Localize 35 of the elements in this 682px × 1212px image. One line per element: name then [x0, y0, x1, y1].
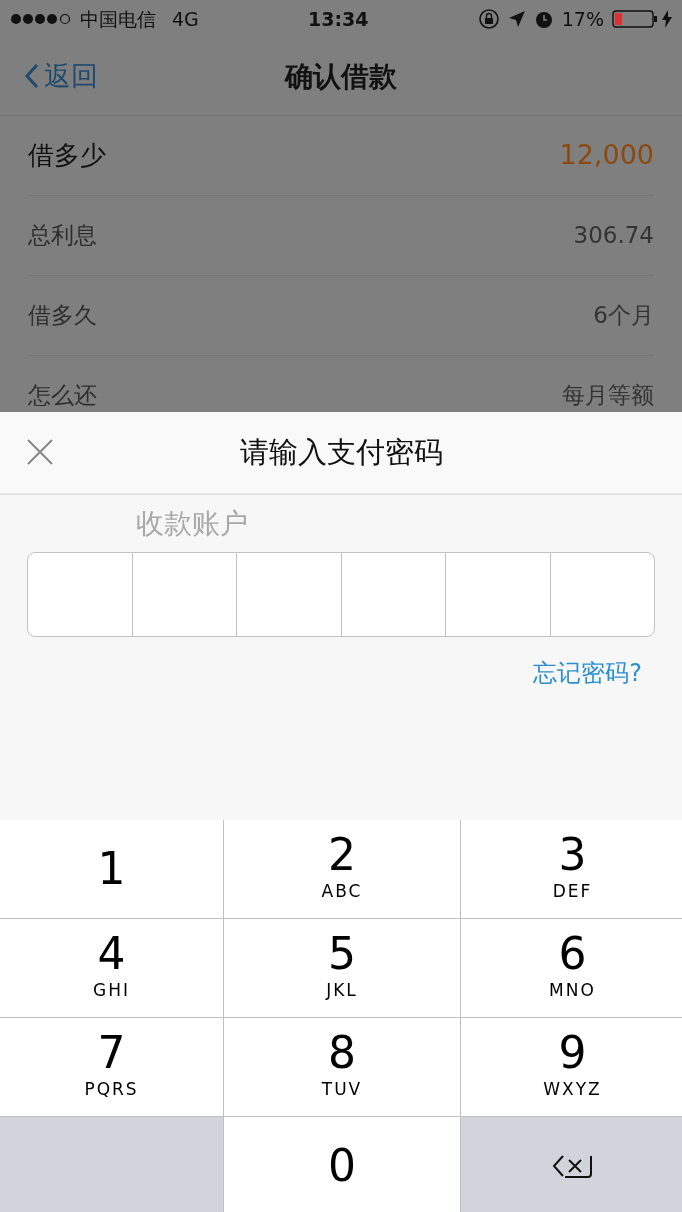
keypad-key[interactable]: 7 PQRS — [0, 1018, 223, 1116]
detail-value: 每月等额 — [562, 381, 654, 411]
loan-amount: 12,000 — [559, 138, 654, 173]
keypad-key[interactable]: 5 JKL — [224, 919, 460, 1017]
clock: 13:34 — [308, 6, 369, 32]
backspace-icon — [550, 1153, 595, 1179]
keypad-key[interactable]: 4 GHI — [0, 919, 223, 1017]
battery-percent: 17% — [561, 6, 604, 32]
faded-label: 收款账户 — [136, 507, 248, 540]
rotation-lock-icon — [477, 8, 500, 30]
keypad-key[interactable]: 1 — [0, 820, 223, 918]
backspace-key[interactable] — [461, 1117, 682, 1212]
network-type: 4G — [172, 6, 199, 32]
detail-value: 306.74 — [573, 221, 654, 251]
detail-label: 总利息 — [28, 221, 97, 251]
page-title: 确认借款 — [285, 58, 397, 95]
keypad-key[interactable]: 6 MNO — [461, 919, 682, 1017]
location-icon — [507, 10, 526, 28]
detail-label: 借多久 — [28, 301, 97, 331]
sheet-title: 请输入支付密码 — [239, 433, 443, 471]
battery-icon — [612, 9, 658, 29]
carrier-name: 中国电信 — [80, 6, 156, 32]
keypad-key[interactable]: 3 DEF — [461, 820, 682, 918]
password-field[interactable] — [27, 552, 655, 637]
detail-value: 6个月 — [593, 301, 654, 331]
keypad-key[interactable]: 2 ABC — [224, 820, 460, 918]
charging-icon — [662, 10, 672, 28]
chevron-icon — [24, 63, 40, 90]
keypad-key[interactable]: 8 TUV — [224, 1018, 460, 1116]
keypad-key[interactable]: 9 WXYZ — [461, 1018, 682, 1116]
keypad-key[interactable]: 0 — [224, 1117, 460, 1212]
signal-icon — [10, 13, 72, 25]
detail-label: 借多少 — [28, 139, 106, 172]
close-button[interactable] — [26, 438, 54, 466]
detail-label: 怎么还 — [28, 381, 97, 411]
